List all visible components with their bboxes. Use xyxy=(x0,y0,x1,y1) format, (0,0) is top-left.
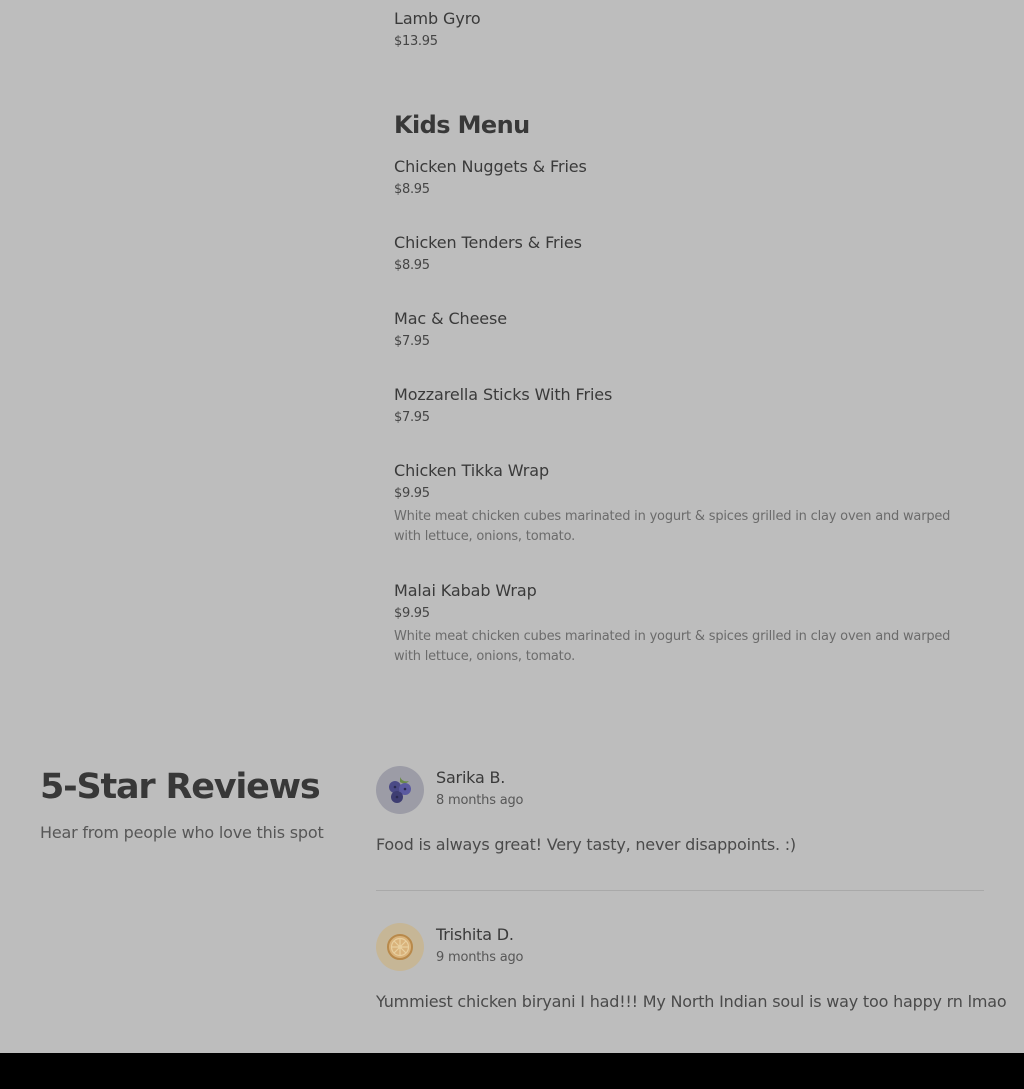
reviewer-name: Sarika B. xyxy=(436,768,506,787)
menu-item-lamb-gyro[interactable]: Lamb Gyro $13.95 xyxy=(394,9,984,50)
menu-item-chicken-nuggets[interactable]: Chicken Nuggets & Fries $8.95 xyxy=(394,157,984,198)
orange-slice-icon xyxy=(387,934,413,960)
item-name: Chicken Tikka Wrap xyxy=(394,461,550,480)
avatar xyxy=(376,766,424,814)
menu-item-chicken-tenders[interactable]: Chicken Tenders & Fries $8.95 xyxy=(394,233,984,274)
review-text: Food is always great! Very tasty, never … xyxy=(376,835,796,854)
menu-item-mac-cheese[interactable]: Mac & Cheese $7.95 xyxy=(394,309,984,350)
reviewer-name: Trishita D. xyxy=(436,925,514,944)
item-price: $9.95 xyxy=(394,486,430,501)
item-name: Mac & Cheese xyxy=(394,309,508,328)
item-price: $8.95 xyxy=(394,258,430,273)
item-name: Lamb Gyro xyxy=(394,9,481,28)
item-name: Malai Kabab Wrap xyxy=(394,581,537,600)
item-price: $9.95 xyxy=(394,606,430,621)
reviews-subheading: Hear from people who love this spot xyxy=(40,823,324,842)
item-price: $7.95 xyxy=(394,334,430,349)
review-divider xyxy=(376,890,984,891)
item-name: Mozzarella Sticks With Fries xyxy=(394,385,613,404)
category-title-kids-menu: Kids Menu xyxy=(394,111,530,139)
menu-item-chicken-tikka-wrap[interactable]: Chicken Tikka Wrap $9.95 White meat chic… xyxy=(394,461,984,547)
review-date: 8 months ago xyxy=(436,793,524,808)
item-price: $8.95 xyxy=(394,182,430,197)
avatar xyxy=(376,923,424,971)
item-price: $13.95 xyxy=(394,34,438,49)
menu-item-mozzarella-sticks[interactable]: Mozzarella Sticks With Fries $7.95 xyxy=(394,385,984,426)
review-date: 9 months ago xyxy=(436,950,524,965)
item-description: White meat chicken cubes marinated in yo… xyxy=(394,509,951,544)
item-description: White meat chicken cubes marinated in yo… xyxy=(394,629,951,664)
review-text: Yummiest chicken biryani I had!!! My Nor… xyxy=(376,992,1007,1011)
menu-item-malai-kabab-wrap[interactable]: Malai Kabab Wrap $9.95 White meat chicke… xyxy=(394,581,984,667)
item-name: Chicken Tenders & Fries xyxy=(394,233,582,252)
item-price: $7.95 xyxy=(394,410,430,425)
blueberries-icon xyxy=(389,777,411,803)
item-name: Chicken Nuggets & Fries xyxy=(394,157,587,176)
footer-bar xyxy=(0,1053,1024,1089)
reviews-heading: 5-Star Reviews xyxy=(40,767,321,807)
